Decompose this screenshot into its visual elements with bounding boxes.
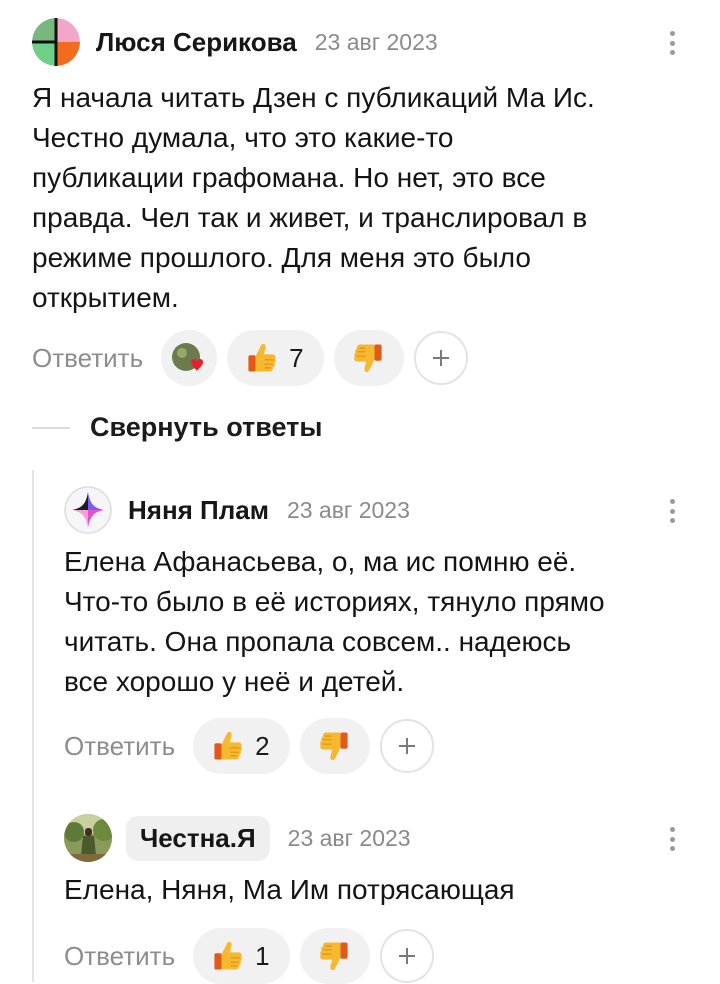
comment-date: 23 авг 2023 — [314, 28, 438, 55]
reply-button[interactable]: Ответить — [64, 731, 175, 762]
dislike-button[interactable] — [333, 330, 404, 386]
reply-header: Честна.Я 23 авг 2023 — [64, 814, 411, 862]
star-circle-avatar[interactable] — [64, 486, 112, 534]
like-count: 2 — [255, 730, 270, 761]
reply-header: Няня Плам 23 авг 2023 — [64, 486, 410, 534]
reply-actions: Ответить 1 — [64, 928, 434, 984]
add-reaction-button[interactable] — [413, 331, 468, 385]
heart-reaction-icon[interactable] — [161, 330, 218, 386]
add-reaction-button[interactable] — [379, 719, 434, 773]
reply-date: 23 авг 2023 — [287, 824, 411, 851]
add-reaction-button[interactable] — [379, 929, 434, 983]
vertical-ellipsis-icon[interactable] — [662, 494, 682, 528]
like-button[interactable]: 1 — [193, 928, 290, 984]
reply-button[interactable]: Ответить — [64, 941, 175, 972]
collapse-replies-label[interactable]: Свернуть ответы — [90, 412, 322, 443]
comment-header: Люся Серикова 23 авг 2023 — [32, 18, 438, 66]
thumbs-down-emoji — [351, 340, 387, 376]
reply-text: Елена, Няня, Ма Им потрясающая — [64, 874, 515, 905]
thumbs-up-emoji — [243, 340, 279, 376]
author-name[interactable]: Честна.Я — [126, 815, 270, 861]
reply-date: 23 авг 2023 — [286, 496, 410, 523]
dislike-button[interactable] — [299, 928, 370, 984]
like-count: 1 — [255, 940, 270, 971]
like-button[interactable]: 7 — [227, 330, 324, 386]
reply-button[interactable]: Ответить — [32, 343, 143, 374]
thread-line — [32, 470, 34, 982]
thumbs-down-emoji — [317, 938, 353, 974]
comment-text: Я начала читать Дзен с публикаций Ма Ис.… — [32, 82, 595, 313]
like-button[interactable]: 2 — [193, 718, 290, 774]
collapse-replies-button[interactable]: Свернуть ответы — [32, 412, 322, 443]
reply-text: Елена Афанасьева, о, ма ис помню её. Что… — [64, 546, 605, 697]
multicolor-circle-avatar[interactable] — [32, 18, 80, 66]
plus-icon — [395, 944, 419, 968]
vertical-ellipsis-icon[interactable] — [662, 26, 682, 60]
thumbs-up-emoji — [209, 938, 245, 974]
photo-avatar[interactable] — [64, 814, 112, 862]
plus-icon — [395, 734, 419, 758]
comment-actions: Ответить 7 — [32, 330, 468, 386]
thumbs-down-emoji — [317, 728, 353, 764]
author-name[interactable]: Люся Серикова — [96, 27, 297, 58]
plus-icon — [429, 346, 453, 370]
thumbs-up-emoji — [209, 728, 245, 764]
author-name[interactable]: Няня Плам — [128, 495, 269, 526]
like-count: 7 — [289, 342, 304, 373]
reply-actions: Ответить 2 — [64, 718, 434, 774]
dislike-button[interactable] — [299, 718, 370, 774]
divider — [32, 426, 70, 429]
vertical-ellipsis-icon[interactable] — [662, 822, 682, 856]
